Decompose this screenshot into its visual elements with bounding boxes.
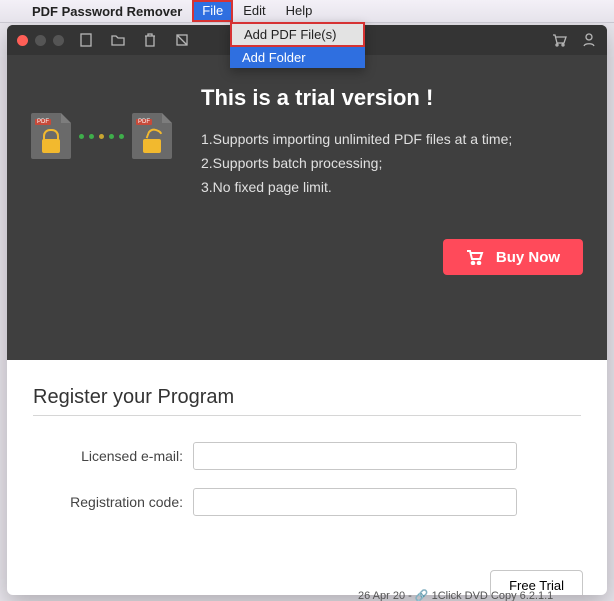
unlocked-pdf-icon: PDF (132, 113, 172, 159)
user-icon[interactable] (581, 32, 597, 48)
file-icon[interactable] (78, 32, 94, 48)
email-field[interactable] (193, 442, 517, 470)
dropdown-add-folder[interactable]: Add Folder (230, 47, 365, 68)
hero-title: This is a trial version ! (201, 85, 583, 111)
divider (33, 415, 581, 416)
email-label: Licensed e-mail: (33, 448, 183, 464)
dropdown-add-pdf[interactable]: Add PDF File(s) (230, 22, 365, 47)
close-window-button[interactable] (17, 35, 28, 46)
window-controls (17, 35, 64, 46)
buy-now-label: Buy Now (496, 249, 560, 266)
pdf-badge: PDF (136, 119, 152, 125)
register-heading: Register your Program (33, 386, 581, 409)
menu-help[interactable]: Help (276, 0, 323, 22)
cart-icon[interactable] (551, 32, 567, 48)
progress-dots (79, 134, 124, 139)
minimize-window-button[interactable] (35, 35, 46, 46)
app-name[interactable]: PDF Password Remover (22, 4, 192, 19)
app-window: PDF PDF This is a trial version ! (7, 25, 607, 595)
locked-pdf-icon: PDF (31, 113, 71, 159)
mac-menu-bar: PDF Password Remover File Edit Help (0, 0, 614, 23)
file-dropdown: Add PDF File(s) Add Folder (230, 22, 365, 68)
zoom-window-button[interactable] (53, 35, 64, 46)
hero-line-2: 2.Supports batch processing; (201, 155, 583, 171)
background-text: 26 Apr 20 - 🔗 1Click DVD Copy 6.2.1.1 (358, 589, 553, 601)
register-form: Register your Program Licensed e-mail: R… (7, 360, 607, 550)
clear-icon[interactable] (174, 32, 190, 48)
hero-line-3: 3.No fixed page limit. (201, 179, 583, 195)
hero-illustration: PDF PDF (31, 85, 201, 203)
code-field[interactable] (193, 488, 517, 516)
cart-icon (466, 249, 484, 265)
app-header-area: PDF PDF This is a trial version ! (7, 25, 607, 360)
menu-file[interactable]: File (192, 0, 233, 22)
pdf-badge: PDF (35, 119, 51, 125)
buy-now-button[interactable]: Buy Now (443, 239, 583, 275)
folder-icon[interactable] (110, 32, 126, 48)
trash-icon[interactable] (142, 32, 158, 48)
menu-edit[interactable]: Edit (233, 0, 275, 22)
code-label: Registration code: (33, 494, 183, 510)
hero-line-1: 1.Supports importing unlimited PDF files… (201, 131, 583, 147)
